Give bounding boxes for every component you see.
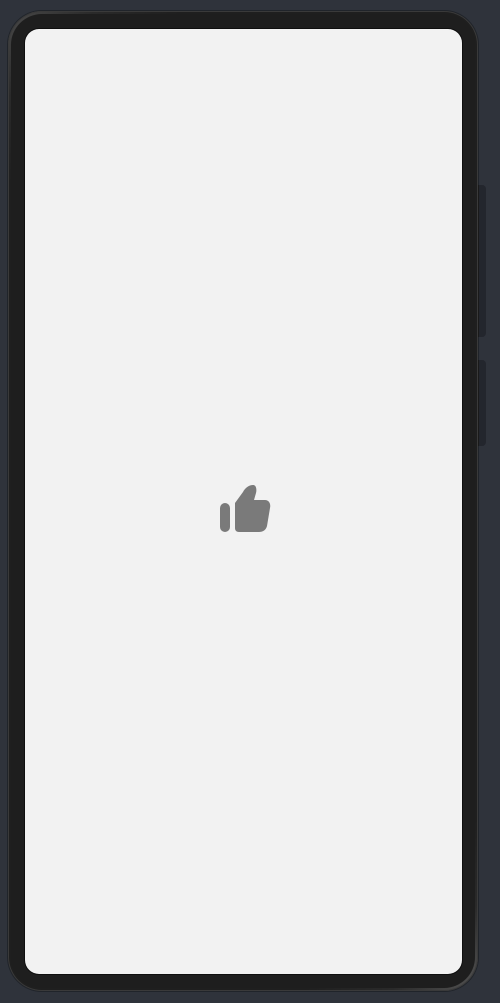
thumbs-up-icon-graphic	[220, 485, 271, 532]
volume-button[interactable]	[478, 360, 486, 446]
power-button[interactable]	[478, 185, 486, 337]
thumbs-up-icon[interactable]	[219, 483, 271, 535]
